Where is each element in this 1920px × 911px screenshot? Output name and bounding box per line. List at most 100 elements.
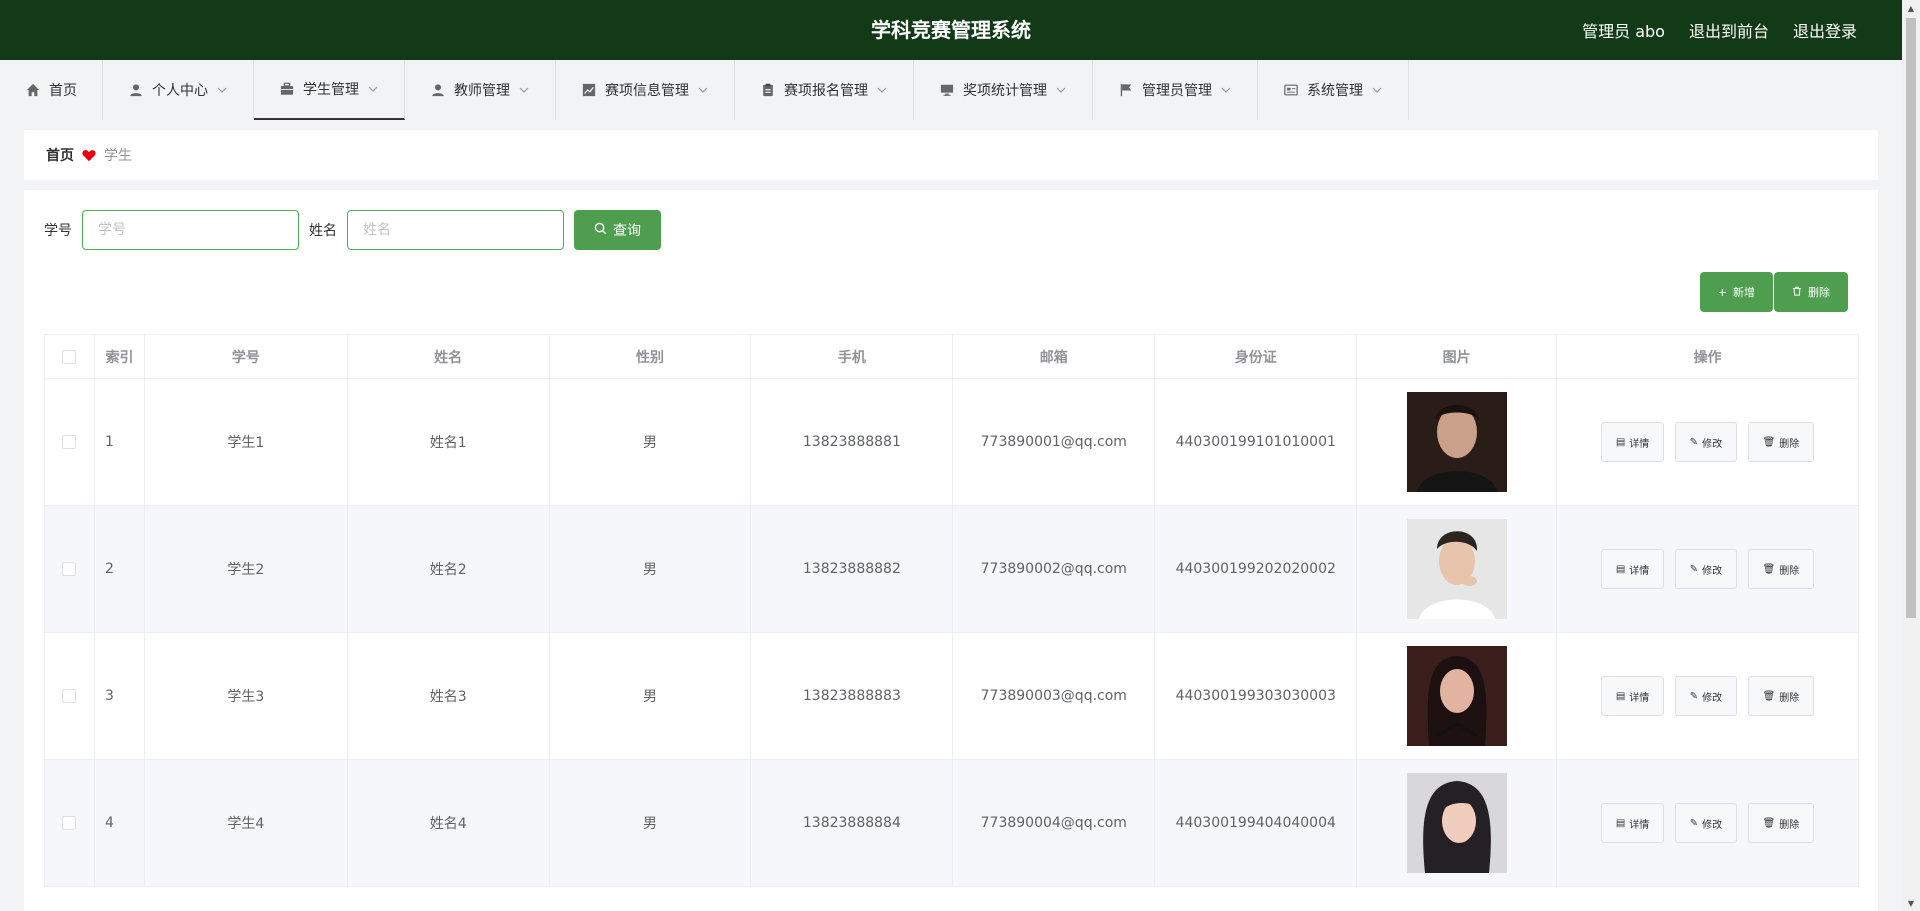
scrollbar-thumb[interactable] xyxy=(1906,18,1916,618)
breadcrumb-home[interactable]: 首页 xyxy=(46,145,74,165)
row-checkbox[interactable] xyxy=(62,435,77,449)
delete-label: 删除 xyxy=(1779,692,1800,704)
delete-button[interactable]: 🗑 删除 xyxy=(1747,803,1815,843)
cell-phone: 13823888881 xyxy=(750,378,954,506)
cell-name: 姓名3 xyxy=(346,632,550,760)
cell-student-id: 学生3 xyxy=(143,632,348,760)
row-select-cell xyxy=(44,759,95,887)
trash-icon: 🗑 xyxy=(1762,817,1776,829)
header-operations: 操作 xyxy=(1556,334,1859,379)
toolbar-actions: + 新增 删除 xyxy=(1699,272,1848,312)
select-all-checkbox[interactable] xyxy=(62,349,77,364)
page-scrollbar[interactable]: ▲ ▼ xyxy=(1902,0,1920,911)
edit-label: 修改 xyxy=(1702,438,1723,450)
nav-item-home[interactable]: 首页 xyxy=(0,60,103,120)
row-checkbox[interactable] xyxy=(62,816,77,830)
edit-button[interactable]: ✎ 修改 xyxy=(1674,803,1738,843)
row-checkbox[interactable] xyxy=(62,562,77,576)
trash-icon: 🗑 xyxy=(1762,563,1776,575)
row-select-cell xyxy=(44,505,95,633)
scroll-down-arrow-icon[interactable]: ▼ xyxy=(1906,898,1916,908)
cell-index: 1 xyxy=(93,378,145,506)
breadcrumb-current: 学生 xyxy=(104,148,132,164)
scroll-up-arrow-icon[interactable]: ▲ xyxy=(1906,3,1916,13)
edit-label: 修改 xyxy=(1702,692,1723,704)
nav-label: 奖项统计管理 xyxy=(963,83,1047,99)
cell-gender: 男 xyxy=(548,759,752,887)
delete-button[interactable]: 🗑 删除 xyxy=(1747,549,1815,589)
delete-label: 删除 xyxy=(1779,819,1800,831)
edit-button[interactable]: ✎ 修改 xyxy=(1674,676,1738,716)
nav-item-student-management[interactable]: 学生管理 xyxy=(254,60,405,120)
query-button[interactable]: 查询 xyxy=(574,210,661,250)
trash-icon: 🗑 xyxy=(1762,690,1776,702)
user-icon xyxy=(430,82,446,98)
header-gender: 性别 xyxy=(548,334,752,379)
chevron-down-icon xyxy=(1371,84,1383,96)
add-button[interactable]: + 新增 xyxy=(1699,272,1773,312)
delete-button[interactable]: 🗑 删除 xyxy=(1747,422,1815,462)
cell-name: 姓名1 xyxy=(346,378,550,506)
search-form: 学号 姓名 查询 xyxy=(44,210,661,250)
batch-delete-button[interactable]: 删除 xyxy=(1774,272,1848,312)
detail-button[interactable]: ▤ 详情 xyxy=(1600,422,1665,462)
user-icon xyxy=(128,82,144,98)
name-label: 姓名 xyxy=(309,223,337,239)
nav-label: 赛项信息管理 xyxy=(605,83,689,99)
nav-item-system-management[interactable]: 系统管理 xyxy=(1258,60,1409,120)
student-photo[interactable] xyxy=(1406,392,1507,492)
cell-student-id: 学生1 xyxy=(143,378,348,506)
row-checkbox[interactable] xyxy=(62,689,77,703)
detail-label: 详情 xyxy=(1629,819,1650,831)
cell-operations: ▤ 详情 ✎ 修改 🗑 删除 xyxy=(1556,632,1859,760)
nav-label: 个人中心 xyxy=(152,83,208,99)
nav-item-competition-registration[interactable]: 赛项报名管理 xyxy=(735,60,914,120)
trash-icon xyxy=(1792,286,1802,299)
pencil-icon: ✎ xyxy=(1689,817,1699,829)
logout-link[interactable]: 退出登录 xyxy=(1793,18,1857,42)
nav-label: 首页 xyxy=(49,83,77,99)
edit-button[interactable]: ✎ 修改 xyxy=(1674,422,1738,462)
chevron-down-icon xyxy=(518,84,530,96)
student-id-input[interactable] xyxy=(82,210,299,250)
detail-button[interactable]: ▤ 详情 xyxy=(1600,549,1665,589)
cell-id-card: 440300199202020002 xyxy=(1154,505,1358,633)
trash-icon: 🗑 xyxy=(1762,436,1776,448)
nav-item-teacher-management[interactable]: 教师管理 xyxy=(405,60,556,120)
nav-item-admin-management[interactable]: 管理员管理 xyxy=(1093,60,1258,120)
content-panel: 学号 姓名 查询 + 新增 删除 索引 学号 姓名 性别 xyxy=(24,190,1878,911)
chevron-down-icon xyxy=(1055,84,1067,96)
delete-button[interactable]: 🗑 删除 xyxy=(1747,676,1815,716)
nav-label: 赛项报名管理 xyxy=(784,83,868,99)
nav-item-competition-info[interactable]: 赛项信息管理 xyxy=(556,60,735,120)
cell-photo xyxy=(1356,378,1558,506)
header-student-id: 学号 xyxy=(143,334,348,379)
header-links: 管理员 abo 退出到前台 退出登录 xyxy=(1582,0,1857,60)
nav-item-personal-center[interactable]: 个人中心 xyxy=(103,60,254,120)
detail-button[interactable]: ▤ 详情 xyxy=(1600,676,1665,716)
edit-button[interactable]: ✎ 修改 xyxy=(1674,549,1738,589)
detail-button[interactable]: ▤ 详情 xyxy=(1600,803,1665,843)
nav-label: 教师管理 xyxy=(454,83,510,99)
student-photo[interactable] xyxy=(1406,519,1507,619)
current-user: 管理员 abo xyxy=(1582,22,1665,41)
nav-item-award-statistics[interactable]: 奖项统计管理 xyxy=(914,60,1093,120)
heart-icon xyxy=(82,149,96,162)
pencil-icon: ✎ xyxy=(1689,436,1699,448)
edit-label: 修改 xyxy=(1702,565,1723,577)
cell-index: 2 xyxy=(93,505,145,633)
cell-id-card: 440300199404040004 xyxy=(1154,759,1358,887)
chevron-down-icon xyxy=(216,84,228,96)
name-input[interactable] xyxy=(347,210,564,250)
frontend-link[interactable]: 退出到前台 xyxy=(1689,18,1769,42)
cell-gender: 男 xyxy=(548,505,752,633)
header-email: 邮箱 xyxy=(952,334,1156,379)
cell-name: 姓名2 xyxy=(346,505,550,633)
chevron-down-icon xyxy=(876,84,888,96)
student-photo[interactable] xyxy=(1406,646,1507,746)
student-id-label: 学号 xyxy=(44,223,72,239)
top-header: 学科竞赛管理系统 管理员 abo 退出到前台 退出登录 xyxy=(0,0,1902,60)
cell-operations: ▤ 详情 ✎ 修改 🗑 删除 xyxy=(1556,505,1859,633)
search-icon xyxy=(594,222,607,239)
student-photo[interactable] xyxy=(1406,773,1507,873)
